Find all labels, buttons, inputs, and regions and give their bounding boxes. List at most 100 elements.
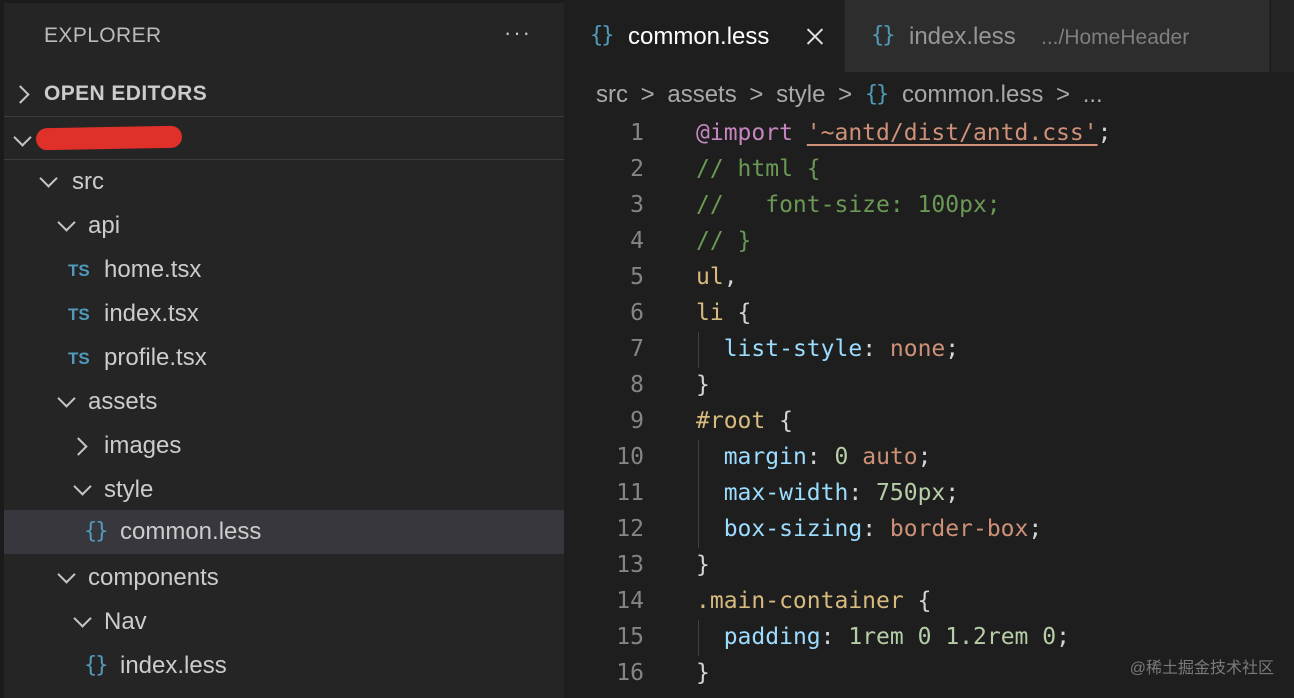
- chevron-down-icon: [73, 609, 92, 628]
- code-line[interactable]: 8}: [564, 368, 1294, 404]
- code-token: .main-container: [696, 588, 904, 614]
- line-number: 7: [630, 336, 644, 362]
- code-line[interactable]: 3 // font-size: 100px;: [564, 188, 1294, 224]
- code-line[interactable]: 10 margin: 0 auto;: [564, 440, 1294, 476]
- tree-folder-style[interactable]: style: [4, 468, 564, 512]
- code-token: '~antd/dist/antd.css': [806, 120, 1098, 146]
- less-file-icon: {}: [864, 82, 889, 108]
- code-line[interactable]: 7 list-style: none;: [564, 332, 1294, 368]
- explorer-title: EXPLORER: [44, 24, 162, 47]
- code-token: 0: [834, 444, 849, 470]
- code-line[interactable]: 14 .main-container {: [564, 584, 1294, 620]
- code-token: box-sizing: [723, 516, 863, 542]
- tree-file-index-less[interactable]: {} index.less: [4, 644, 564, 688]
- code-token: ,: [723, 264, 738, 290]
- tree-file-common-less[interactable]: {} common.less: [4, 510, 564, 554]
- tree-folder-nav[interactable]: Nav: [4, 600, 564, 644]
- code-token: max-width: [723, 480, 849, 506]
- code-line[interactable]: 12 box-sizing: border-box;: [564, 512, 1294, 548]
- tree-folder-src[interactable]: src: [4, 160, 564, 204]
- breadcrumb-item-style[interactable]: style: [776, 81, 825, 109]
- tree-folder-assets[interactable]: assets: [4, 380, 564, 424]
- code-token: {: [765, 408, 793, 434]
- code-text: box-sizing: border-box;: [696, 516, 1043, 542]
- code-line[interactable]: 9 #root {: [564, 404, 1294, 440]
- code-line[interactable]: 6 li {: [564, 296, 1294, 332]
- chevron-right-icon: >: [640, 80, 655, 108]
- tree-item-label: src: [72, 168, 104, 195]
- chevron-right-icon: >: [1056, 80, 1071, 108]
- tree-item-label: components: [88, 564, 219, 591]
- chevron-down-icon: [73, 477, 92, 496]
- code-token: :: [848, 480, 877, 506]
- code-token: // }: [696, 228, 752, 254]
- tree-file-profile-tsx[interactable]: TS profile.tsx: [4, 336, 564, 380]
- tree-folder-components[interactable]: components: [4, 556, 564, 600]
- tab-description: .../HomeHeader: [1041, 26, 1190, 49]
- code-token: li: [696, 300, 724, 326]
- typescript-file-icon: TS: [68, 305, 90, 324]
- chevron-right-icon: [11, 85, 30, 104]
- window-frame-top: [0, 0, 564, 3]
- breadcrumb-item-symbols[interactable]: ...: [1083, 81, 1103, 109]
- code-text: max-width: 750px;: [696, 480, 959, 506]
- code-line[interactable]: 2 // html {: [564, 152, 1294, 188]
- code-token: @import: [696, 120, 793, 146]
- code-line[interactable]: 5 ul,: [564, 260, 1294, 296]
- breadcrumb-item-file[interactable]: common.less: [902, 81, 1043, 109]
- tree-folder-images[interactable]: images: [4, 424, 564, 468]
- chevron-down-icon: [57, 389, 76, 408]
- close-icon[interactable]: [805, 26, 825, 46]
- tree-item-label: common.less: [120, 518, 262, 545]
- code-token: ;: [945, 480, 960, 506]
- code-token: :: [862, 516, 890, 542]
- tab-index-less[interactable]: {} index.less .../HomeHeader: [845, 0, 1269, 72]
- less-file-icon: {}: [84, 519, 108, 544]
- tree-folder-api[interactable]: api: [4, 204, 564, 248]
- tree-item-label: api: [88, 212, 121, 239]
- tree-file-home-tsx[interactable]: TS home.tsx: [4, 248, 564, 292]
- chevron-right-icon: >: [749, 80, 764, 108]
- open-editors-section[interactable]: OPEN EDITORS: [4, 72, 564, 116]
- code-token: ul: [696, 264, 724, 290]
- code-token: :: [820, 624, 849, 650]
- chevron-right-icon: >: [838, 80, 853, 108]
- breadcrumb-item-src[interactable]: src: [596, 81, 628, 109]
- code-text: .main-container {: [696, 588, 931, 614]
- indent-guide: [698, 332, 699, 368]
- chevron-down-icon: [13, 128, 32, 147]
- code-token: :: [806, 444, 835, 470]
- code-line[interactable]: 11 max-width: 750px;: [564, 476, 1294, 512]
- line-number: 1: [630, 120, 644, 146]
- code-line[interactable]: 13}: [564, 548, 1294, 584]
- line-number: 4: [630, 228, 644, 254]
- code-text: list-style: none;: [696, 336, 959, 362]
- chevron-down-icon: [57, 565, 76, 584]
- code-token: 0: [1042, 624, 1057, 650]
- more-actions-icon[interactable]: ···: [504, 20, 532, 46]
- code-line[interactable]: 15 padding: 1rem 0 1.2rem 0;: [564, 620, 1294, 656]
- code-token: ;: [945, 336, 960, 362]
- tab-common-less[interactable]: {} common.less: [564, 0, 844, 72]
- line-number: 13: [616, 552, 644, 578]
- line-number: 5: [630, 264, 644, 290]
- code-token: #root: [696, 408, 766, 434]
- line-number: 8: [630, 372, 644, 398]
- code-line[interactable]: 1 @import '~antd/dist/antd.css';: [564, 116, 1294, 152]
- tree-file-index-tsx[interactable]: TS index.tsx: [4, 292, 564, 336]
- code-token: list-style: [723, 336, 863, 362]
- code-token: :: [862, 336, 890, 362]
- indent-guide: [698, 620, 699, 656]
- line-number: 14: [616, 588, 644, 614]
- breadcrumb-item-assets[interactable]: assets: [667, 81, 736, 109]
- typescript-file-icon: TS: [68, 349, 90, 368]
- code-token: ;: [1097, 120, 1112, 146]
- code-token: }: [696, 372, 710, 398]
- tree-item-label: style: [104, 476, 154, 503]
- code-line[interactable]: 4 // }: [564, 224, 1294, 260]
